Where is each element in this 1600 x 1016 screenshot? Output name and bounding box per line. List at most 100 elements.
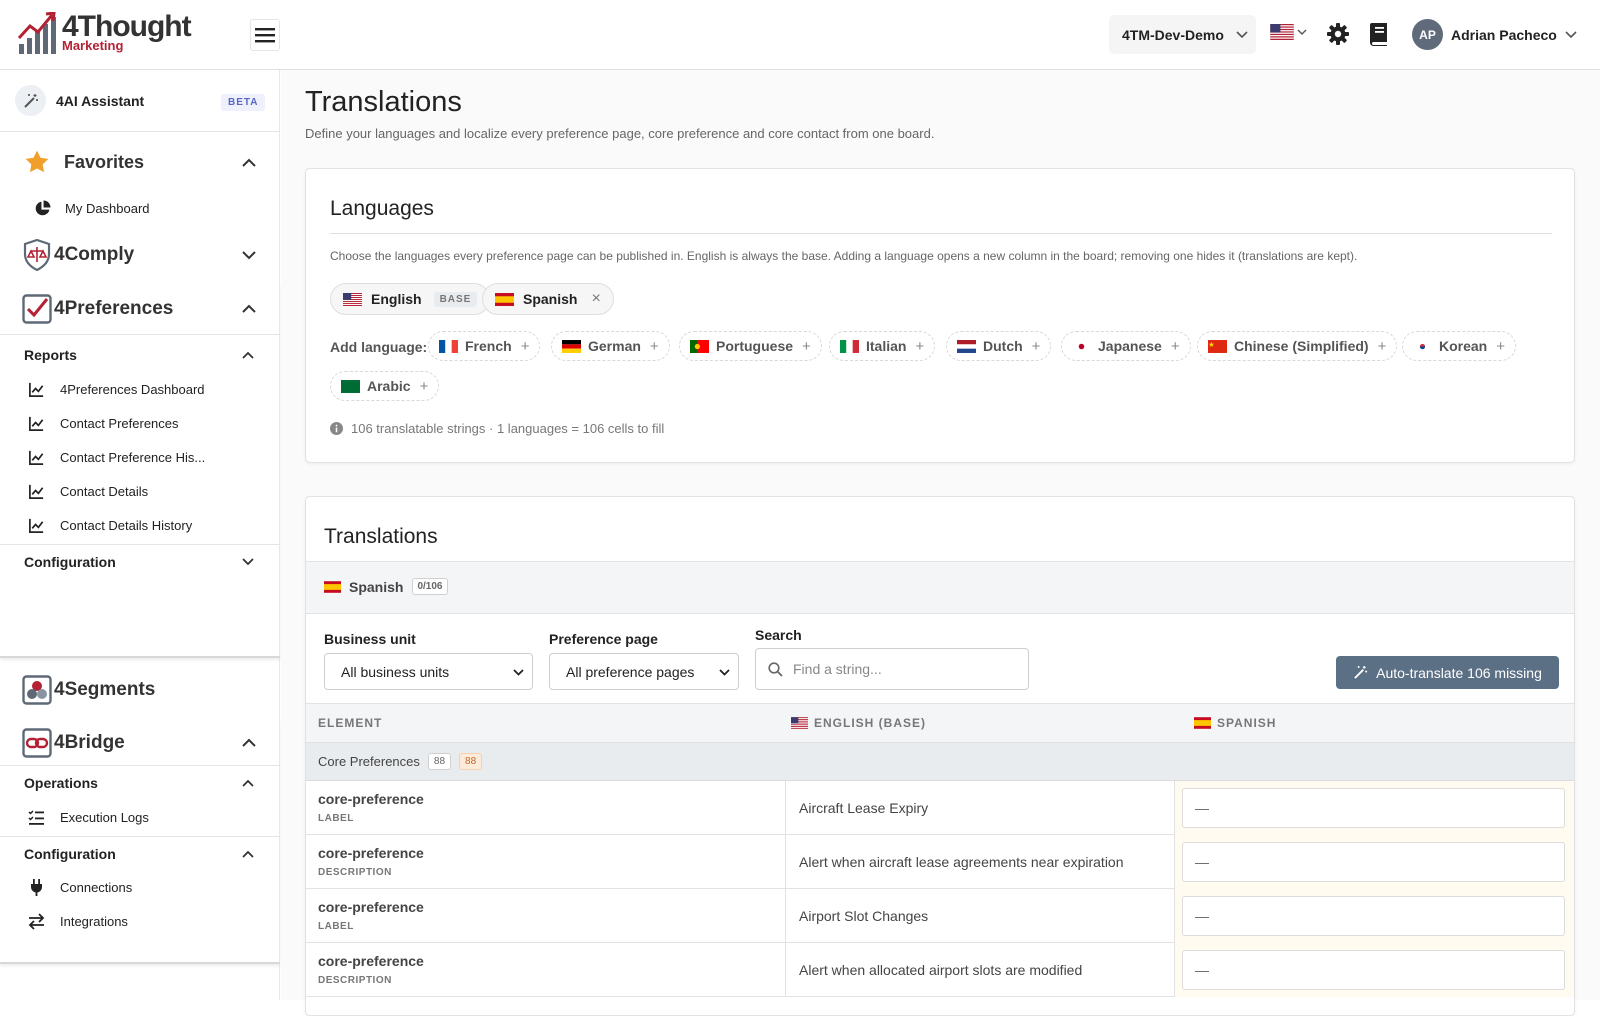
- add-language-arabic[interactable]: Arabic +: [330, 371, 440, 401]
- plus-icon: +: [915, 337, 925, 355]
- add-language-label: Add language:: [330, 339, 428, 355]
- us-flag-icon: [791, 717, 808, 729]
- add-language-chinese[interactable]: Chinese (Simplified) +: [1197, 331, 1398, 361]
- active-language-spanish: Spanish ×: [482, 283, 614, 315]
- language-name: English: [371, 291, 422, 307]
- add-language-french[interactable]: French +: [428, 331, 541, 361]
- comply-section-toggle[interactable]: 4Comply: [0, 235, 280, 275]
- english-text: Airport Slot Changes: [785, 889, 1174, 943]
- sidebar-item-label: Contact Preference His...: [60, 449, 206, 465]
- auto-translate-button[interactable]: Auto-translate 106 missing: [1336, 656, 1559, 689]
- us-flag-icon: [1270, 24, 1294, 40]
- menu-toggle-button[interactable]: [250, 19, 280, 51]
- languages-description: Choose the languages every preference pa…: [330, 249, 1358, 263]
- reports-label: Reports: [24, 347, 77, 363]
- sidebar-item-label: Connections: [60, 879, 133, 895]
- add-language-korean[interactable]: Korean +: [1402, 331, 1516, 361]
- chevron-down-icon: [242, 557, 254, 565]
- group-row-core-preferences[interactable]: Core Preferences 88 88: [306, 743, 1574, 781]
- arrows-exchange-icon: [28, 912, 45, 930]
- language-name: Chinese (Simplified): [1234, 338, 1369, 354]
- reports-subsection-toggle[interactable]: Reports: [0, 338, 280, 372]
- preferences-section-toggle[interactable]: 4Preferences: [0, 283, 280, 335]
- sidebar-item-label: My Dashboard: [65, 200, 150, 216]
- preferences-configuration-toggle[interactable]: Configuration: [0, 544, 280, 578]
- translation-input[interactable]: —: [1182, 896, 1565, 936]
- book-icon: [1370, 23, 1387, 46]
- preference-page-select[interactable]: All preference pages: [549, 653, 739, 690]
- sidebar-item-integrations[interactable]: Integrations: [0, 904, 280, 938]
- search-input[interactable]: [793, 661, 1013, 677]
- sidebar-item-contact-details-history[interactable]: Contact Details History: [0, 508, 280, 542]
- languages-title: Languages: [330, 197, 434, 220]
- add-language-dutch[interactable]: Dutch +: [946, 331, 1052, 361]
- operations-subsection-toggle[interactable]: Operations: [0, 766, 280, 800]
- table-row: core-preference LABEL Aircraft Lease Exp…: [306, 781, 1574, 835]
- sidebar-item-contact-details[interactable]: Contact Details: [0, 474, 280, 508]
- plus-icon: +: [419, 377, 429, 395]
- checkbox-brand-icon: [22, 293, 52, 324]
- sidebar-item-preferences-dashboard[interactable]: 4Preferences Dashboard: [0, 372, 280, 406]
- configuration-label: Configuration: [24, 845, 116, 862]
- avatar: AP: [1412, 19, 1443, 50]
- search-icon: [768, 661, 783, 677]
- chevron-up-icon: [242, 304, 256, 313]
- select-value: All preference pages: [566, 663, 695, 680]
- spanish-cell: —: [1174, 781, 1574, 835]
- search-box: [755, 648, 1029, 690]
- preference-page-label: Preference page: [549, 631, 658, 647]
- translation-input[interactable]: —: [1182, 842, 1565, 882]
- japan-flag-icon: [1072, 340, 1091, 353]
- page-title: Translations: [305, 86, 462, 118]
- english-text: Aircraft Lease Expiry: [785, 781, 1174, 835]
- add-language-german[interactable]: German +: [551, 331, 670, 361]
- chevron-up-icon: [242, 779, 254, 787]
- business-unit-select[interactable]: All business units: [324, 653, 533, 690]
- ai-assistant-item[interactable]: 4AI Assistant BETA: [0, 70, 280, 132]
- sidebar-item-execution-logs[interactable]: Execution Logs: [0, 800, 280, 834]
- saudi-flag-icon: [341, 380, 360, 393]
- remove-language-button[interactable]: ×: [591, 290, 600, 308]
- language-selector[interactable]: [1270, 24, 1307, 40]
- tenant-selector[interactable]: 4TM-Dev-Demo: [1109, 15, 1256, 54]
- languages-card: Languages Choose the languages every pre…: [305, 168, 1575, 463]
- bridge-label: 4Bridge: [54, 731, 125, 753]
- logo[interactable]: 4Thought Marketing: [18, 12, 192, 56]
- spain-flag-icon: [1194, 717, 1211, 729]
- segments-section-toggle[interactable]: 4Segments: [0, 670, 280, 710]
- logo-bars-icon: [18, 12, 56, 54]
- add-language-italian[interactable]: Italian +: [829, 331, 936, 361]
- user-menu[interactable]: AP Adrian Pacheco: [1412, 19, 1577, 50]
- bridge-section-toggle[interactable]: 4Bridge: [0, 720, 280, 766]
- sidebar-item-my-dashboard[interactable]: My Dashboard: [0, 191, 280, 225]
- tab-spanish[interactable]: Spanish 0/106: [324, 578, 448, 595]
- sidebar-item-contact-preference-history[interactable]: Contact Preference His...: [0, 440, 280, 474]
- string-count-note: 106 translatable strings · 1 languages =…: [330, 421, 664, 436]
- progress-badge: 0/106: [412, 578, 448, 595]
- korea-flag-icon: [1413, 340, 1432, 353]
- active-language-english: English BASE: [330, 283, 491, 315]
- translation-input[interactable]: —: [1182, 950, 1565, 990]
- add-language-japanese[interactable]: Japanese +: [1061, 331, 1191, 361]
- group-name: Core Preferences: [318, 754, 420, 769]
- plus-icon: +: [802, 337, 811, 355]
- plus-icon: +: [520, 337, 530, 355]
- settings-button[interactable]: [1326, 22, 1350, 46]
- add-language-portuguese[interactable]: Portuguese +: [679, 331, 822, 361]
- language-name: Japanese: [1098, 338, 1162, 354]
- divider: [330, 233, 1552, 234]
- bridge-configuration-toggle[interactable]: Configuration: [0, 836, 280, 870]
- language-name: Italian: [866, 338, 907, 354]
- auto-translate-label: Auto-translate 106 missing: [1376, 664, 1542, 681]
- favorites-section-toggle[interactable]: Favorites: [0, 142, 280, 182]
- favorites-label: Favorites: [64, 151, 145, 172]
- magic-wand-icon: [23, 93, 38, 108]
- sidebar-item-contact-preferences[interactable]: Contact Preferences: [0, 406, 280, 440]
- language-tab-bar: Spanish 0/106: [306, 561, 1574, 614]
- translation-input[interactable]: —: [1182, 788, 1565, 828]
- sidebar-item-connections[interactable]: Connections: [0, 870, 280, 904]
- docs-button[interactable]: [1369, 22, 1389, 46]
- element-kind: DESCRIPTION: [318, 867, 392, 878]
- scales-shield-icon: [23, 239, 51, 271]
- spanish-cell: —: [1174, 943, 1574, 997]
